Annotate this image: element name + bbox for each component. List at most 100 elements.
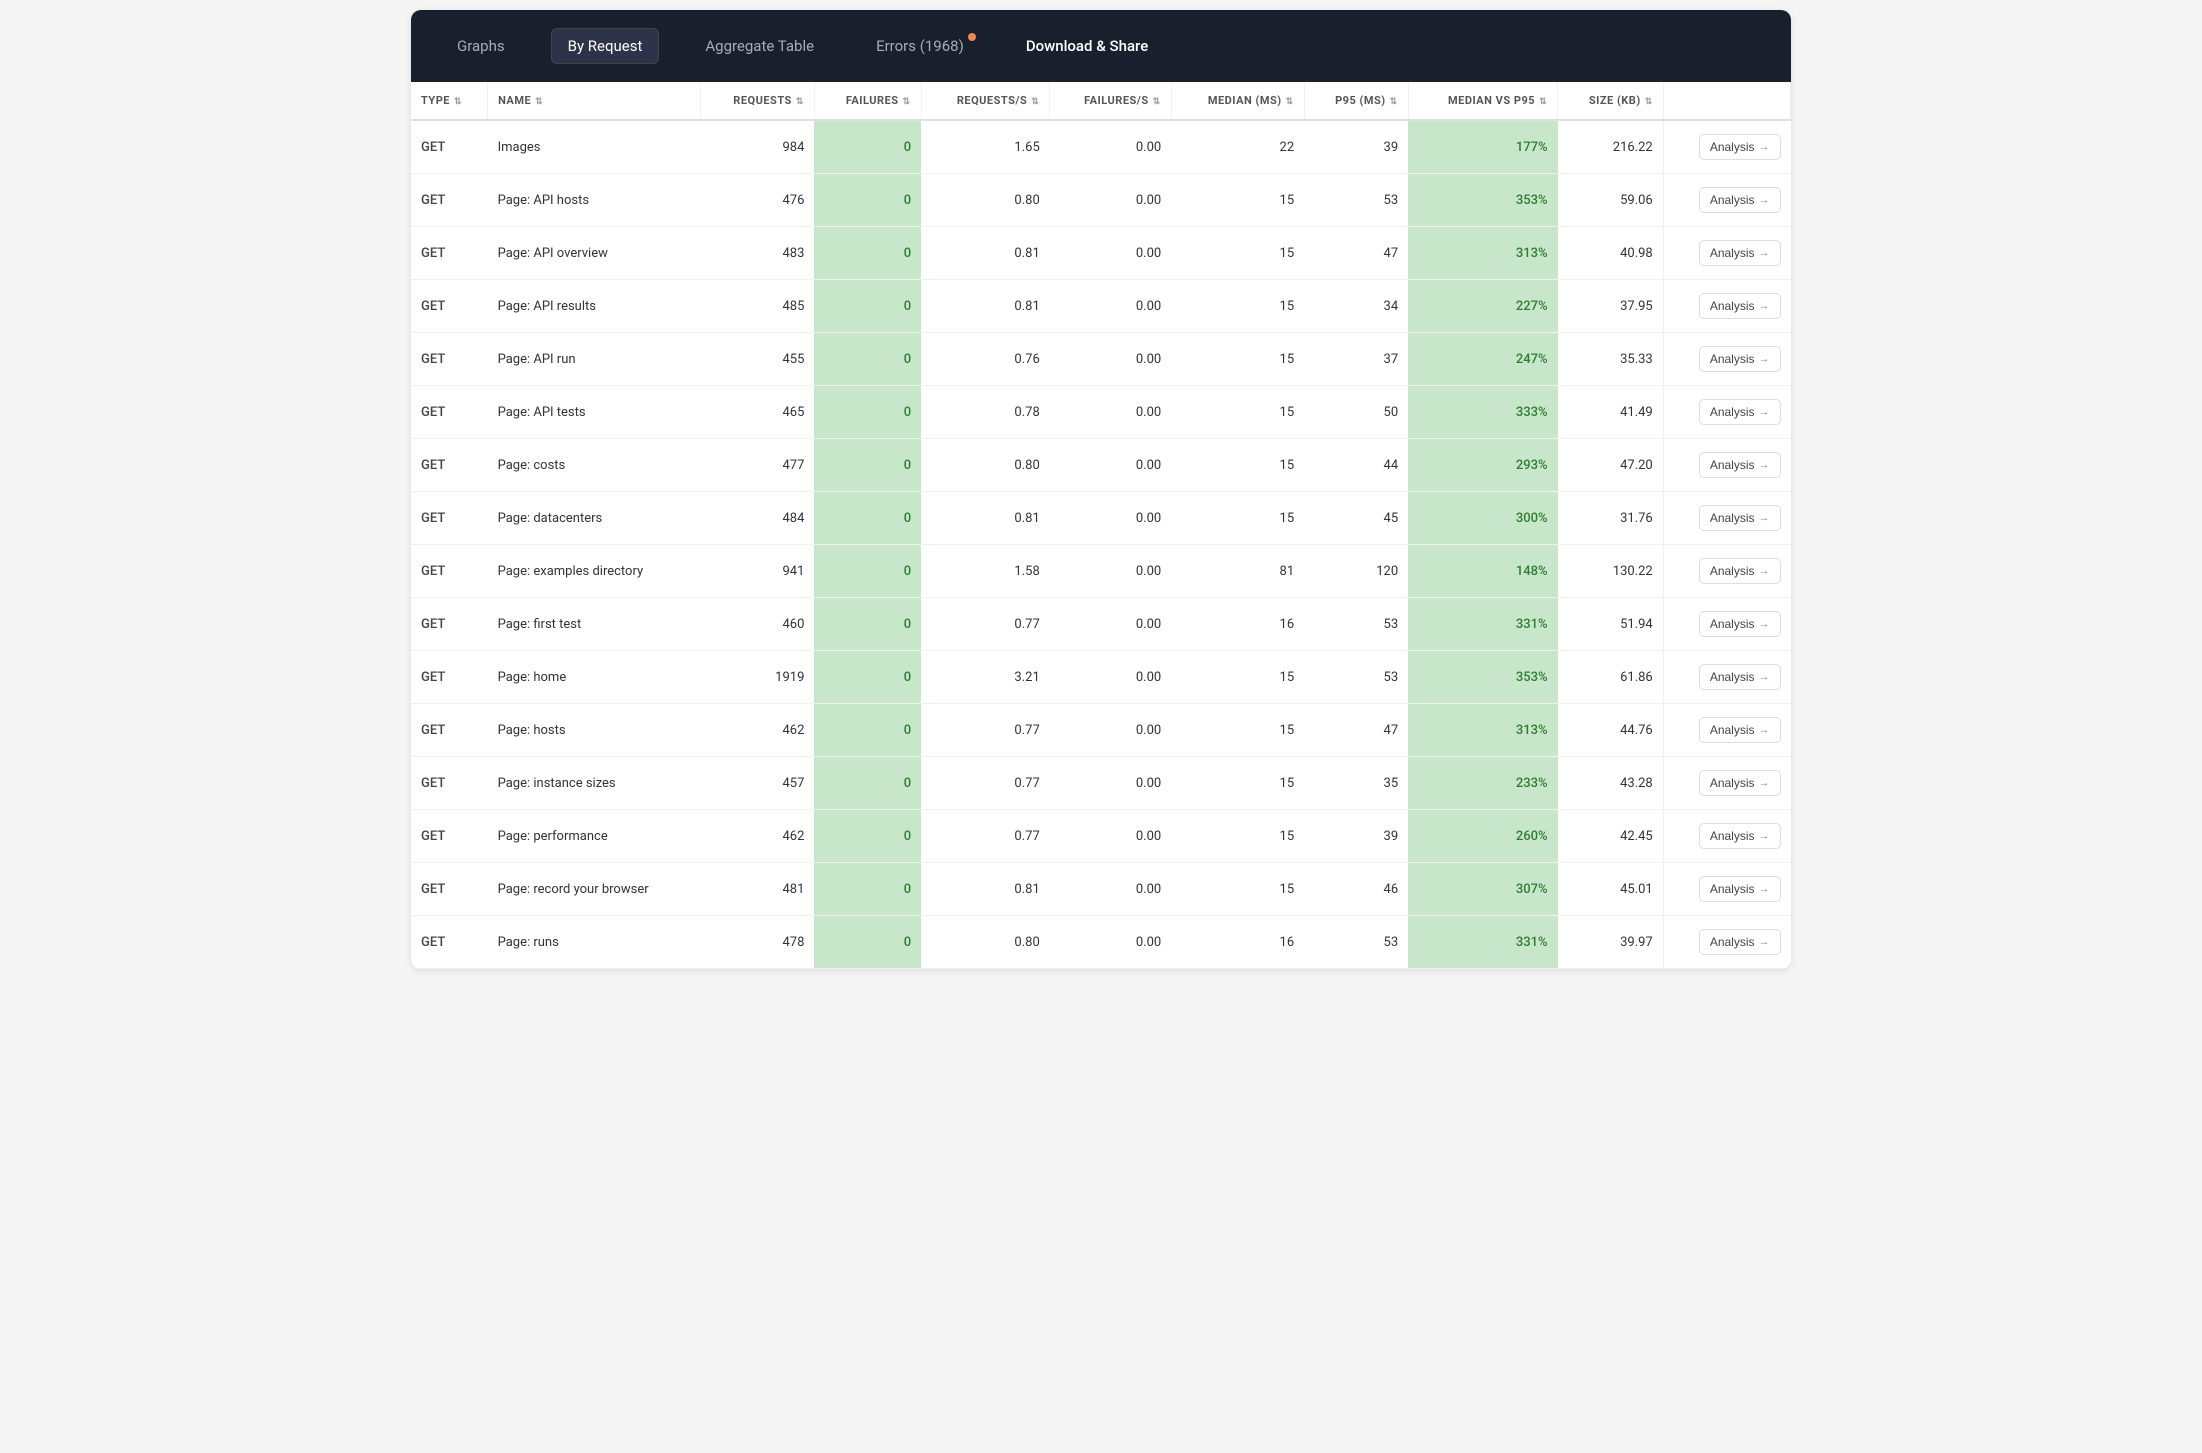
col-header-median_vs_p95[interactable]: MEDIAN VS P95⇅ [1408, 82, 1557, 120]
type-cell: GET [411, 492, 488, 545]
nav-item-download-share[interactable]: Download & Share [1010, 29, 1164, 63]
arrow-icon: → [1759, 194, 1770, 206]
median-ms-cell: 15 [1171, 757, 1304, 810]
nav-item-aggregate-table[interactable]: Aggregate Table [689, 29, 830, 63]
col-header-name[interactable]: NAME⇅ [488, 82, 701, 120]
size-kb-cell: 43.28 [1558, 757, 1664, 810]
analysis-button[interactable]: Analysis → [1699, 664, 1781, 690]
table-row: GETPage: API hosts47600.800.001553353%59… [411, 174, 1791, 227]
table-row: GETPage: examples directory94101.580.008… [411, 545, 1791, 598]
analysis-button[interactable]: Analysis → [1699, 399, 1781, 425]
requests-cell: 478 [700, 916, 814, 969]
median-ms-cell: 15 [1171, 386, 1304, 439]
table-row: GETImages98401.650.002239177%216.22Analy… [411, 120, 1791, 174]
failures-cell: 0 [814, 227, 921, 280]
p95-ms-cell: 39 [1304, 810, 1408, 863]
col-header-size_kb[interactable]: SIZE (KB)⇅ [1558, 82, 1664, 120]
size-kb-cell: 47.20 [1558, 439, 1664, 492]
analysis-button[interactable]: Analysis → [1699, 187, 1781, 213]
type-cell: GET [411, 757, 488, 810]
col-header-p95_ms[interactable]: P95 (MS)⇅ [1304, 82, 1408, 120]
analysis-button[interactable]: Analysis → [1699, 611, 1781, 637]
nav-item-by-request[interactable]: By Request [551, 28, 660, 64]
action-cell: Analysis → [1663, 492, 1790, 545]
analysis-button[interactable]: Analysis → [1699, 823, 1781, 849]
analysis-button[interactable]: Analysis → [1699, 505, 1781, 531]
median-ms-cell: 15 [1171, 810, 1304, 863]
name-cell: Page: examples directory [488, 545, 701, 598]
p95-ms-cell: 34 [1304, 280, 1408, 333]
analysis-button[interactable]: Analysis → [1699, 452, 1781, 478]
col-header-failures_s[interactable]: FAILURES/S⇅ [1050, 82, 1171, 120]
name-cell: Page: costs [488, 439, 701, 492]
analysis-button[interactable]: Analysis → [1699, 346, 1781, 372]
median-ms-cell: 15 [1171, 174, 1304, 227]
requests-s-cell: 0.78 [921, 386, 1050, 439]
failures-s-cell: 0.00 [1050, 704, 1171, 757]
nav-item-graphs[interactable]: Graphs [441, 29, 521, 63]
median-ms-cell: 16 [1171, 598, 1304, 651]
table-row: GETPage: home191903.210.001553353%61.86A… [411, 651, 1791, 704]
requests-cell: 481 [700, 863, 814, 916]
median-vs-p95-cell: 247% [1408, 333, 1557, 386]
size-kb-cell: 61.86 [1558, 651, 1664, 704]
size-kb-cell: 59.06 [1558, 174, 1664, 227]
type-cell: GET [411, 439, 488, 492]
col-header-type[interactable]: TYPE⇅ [411, 82, 488, 120]
action-cell: Analysis → [1663, 704, 1790, 757]
action-cell: Analysis → [1663, 810, 1790, 863]
col-header-median_ms[interactable]: MEDIAN (MS)⇅ [1171, 82, 1304, 120]
analysis-button[interactable]: Analysis → [1699, 876, 1781, 902]
p95-ms-cell: 35 [1304, 757, 1408, 810]
failures-s-cell: 0.00 [1050, 439, 1171, 492]
analysis-button[interactable]: Analysis → [1699, 770, 1781, 796]
size-kb-cell: 42.45 [1558, 810, 1664, 863]
size-kb-cell: 51.94 [1558, 598, 1664, 651]
col-header-requests_s[interactable]: REQUESTS/S⇅ [921, 82, 1050, 120]
p95-ms-cell: 47 [1304, 704, 1408, 757]
failures-cell: 0 [814, 280, 921, 333]
name-cell: Page: API hosts [488, 174, 701, 227]
analysis-button[interactable]: Analysis → [1699, 558, 1781, 584]
failures-cell: 0 [814, 916, 921, 969]
col-header-requests[interactable]: REQUESTS⇅ [700, 82, 814, 120]
median-ms-cell: 15 [1171, 492, 1304, 545]
sort-icon-failures_s: ⇅ [1153, 97, 1161, 107]
type-cell: GET [411, 863, 488, 916]
failures-s-cell: 0.00 [1050, 651, 1171, 704]
size-kb-cell: 44.76 [1558, 704, 1664, 757]
median-vs-p95-cell: 313% [1408, 227, 1557, 280]
type-cell: GET [411, 916, 488, 969]
requests-s-cell: 0.77 [921, 810, 1050, 863]
analysis-button[interactable]: Analysis → [1699, 240, 1781, 266]
sort-icon-median_vs_p95: ⇅ [1539, 97, 1547, 107]
name-cell: Images [488, 120, 701, 174]
requests-s-cell: 1.65 [921, 120, 1050, 174]
analysis-button[interactable]: Analysis → [1699, 717, 1781, 743]
nav-item-errors[interactable]: Errors (1968) [860, 29, 980, 63]
median-ms-cell: 15 [1171, 439, 1304, 492]
requests-cell: 460 [700, 598, 814, 651]
sort-icon-failures: ⇅ [903, 97, 911, 107]
table-row: GETPage: record your browser48100.810.00… [411, 863, 1791, 916]
median-vs-p95-cell: 313% [1408, 704, 1557, 757]
sort-icon-requests: ⇅ [796, 97, 804, 107]
table-row: GETPage: API results48500.810.001534227%… [411, 280, 1791, 333]
failures-s-cell: 0.00 [1050, 492, 1171, 545]
arrow-icon: → [1759, 724, 1770, 736]
requests-cell: 477 [700, 439, 814, 492]
col-header-failures[interactable]: FAILURES⇅ [814, 82, 921, 120]
analysis-button[interactable]: Analysis → [1699, 134, 1781, 160]
type-cell: GET [411, 174, 488, 227]
table-row: GETPage: API tests46500.780.001550333%41… [411, 386, 1791, 439]
arrow-icon: → [1759, 830, 1770, 842]
analysis-button[interactable]: Analysis → [1699, 293, 1781, 319]
p95-ms-cell: 44 [1304, 439, 1408, 492]
size-kb-cell: 40.98 [1558, 227, 1664, 280]
median-vs-p95-cell: 227% [1408, 280, 1557, 333]
arrow-icon: → [1759, 512, 1770, 524]
analysis-button[interactable]: Analysis → [1699, 929, 1781, 955]
arrow-icon: → [1759, 300, 1770, 312]
requests-cell: 485 [700, 280, 814, 333]
name-cell: Page: API tests [488, 386, 701, 439]
